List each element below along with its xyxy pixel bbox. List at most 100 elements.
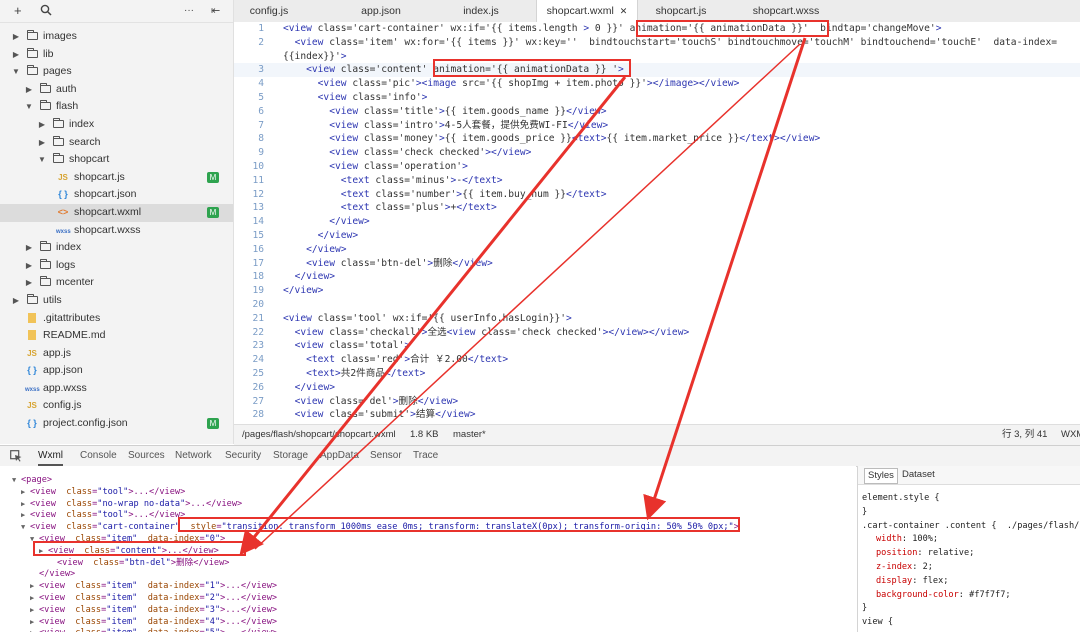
tree-item-search[interactable]: ▶ search: [0, 134, 233, 152]
tab-shopcart-js[interactable]: shopcart.js: [636, 0, 726, 22]
chevron-right-icon[interactable]: ▶: [11, 292, 21, 310]
devtools-tab-network[interactable]: Network: [175, 446, 212, 466]
chevron-down-icon[interactable]: ▼: [11, 63, 21, 81]
expand-right-icon[interactable]: ▶: [21, 499, 30, 511]
line-number: 25: [252, 368, 264, 379]
css-property-value[interactable]: #f7f7f7;: [969, 590, 1010, 600]
dom-node[interactable]: ▶ <view class="item" data-index="4">...</…: [30, 617, 277, 629]
status-file-size: 1.8 KB: [410, 429, 439, 440]
chevron-down-icon[interactable]: ▼: [24, 98, 34, 116]
status-git-branch[interactable]: master*: [453, 425, 486, 445]
devtools-tabs: Wxml Console Sources Network Security Storage…: [0, 445, 1080, 467]
status-language[interactable]: WXM: [1061, 425, 1080, 445]
search-icon[interactable]: [40, 3, 52, 18]
code-text: <view class='btn-del'>删除</view>: [306, 257, 493, 269]
chevron-down-icon[interactable]: ▼: [37, 151, 47, 169]
chevron-right-icon[interactable]: ▶: [11, 28, 21, 46]
devtools-tab-sensor[interactable]: Sensor: [370, 446, 402, 466]
more-icon[interactable]: ···: [184, 5, 194, 16]
add-file-icon[interactable]: +: [14, 3, 22, 18]
css-property-value[interactable]: flex;: [923, 576, 949, 586]
devtools-tab-storage[interactable]: Storage: [273, 446, 308, 466]
tab-shopcart-wxss[interactable]: shopcart.wxss: [726, 0, 846, 22]
expand-right-icon[interactable]: ▶: [30, 581, 39, 593]
tree-item-gitattributes[interactable]: .gitattributes: [0, 310, 233, 328]
close-tab-icon[interactable]: ✕: [620, 6, 628, 16]
dom-node[interactable]: <view class="btn-del">删除</view>: [48, 558, 229, 570]
tree-item-index[interactable]: ▶ index: [0, 116, 233, 134]
css-property-name[interactable]: background-color: [876, 590, 959, 600]
devtools-tab-appdata[interactable]: AppData: [320, 446, 359, 466]
dom-node[interactable]: ▼ <page>: [12, 475, 52, 487]
tree-item-shopcart-wxml[interactable]: <> shopcart.wxml M: [0, 203, 233, 222]
css-property-value[interactable]: relative;: [928, 548, 975, 558]
dom-node[interactable]: ▶ <view class="no-wrap no-data">...</view…: [21, 499, 242, 511]
devtools-tab-trace[interactable]: Trace: [413, 446, 438, 466]
dom-node[interactable]: ▶<view class="item" data-index="5">...</…: [30, 628, 277, 632]
dom-node[interactable]: ▶ <view class="tool">...</view>: [21, 510, 185, 522]
code-editor[interactable]: 1 <view class='cart-container' wx:if='{{ …: [234, 22, 1080, 424]
expand-right-icon[interactable]: ▶: [30, 605, 39, 617]
expand-down-icon[interactable]: ▼: [21, 522, 30, 534]
dom-node-text: </view>: [39, 569, 76, 580]
tree-item-readme-md[interactable]: README.md: [0, 327, 233, 345]
tab-shopcart-wxml[interactable]: shopcart.wxml ✕: [536, 0, 638, 22]
tree-item-shopcart-json[interactable]: { } shopcart.json: [0, 186, 233, 204]
tree-item-shopcart[interactable]: ▼ shopcart: [0, 151, 233, 169]
tree-item-pages[interactable]: ▼ pages: [0, 63, 233, 81]
dom-node[interactable]: ▶ <view class="tool">...</view>: [21, 487, 185, 499]
css-declaration: background-color: #f7f7f7;: [876, 589, 1011, 603]
devtools-tab-sources[interactable]: Sources: [128, 446, 165, 466]
expand-right-icon[interactable]: ▶: [30, 617, 39, 629]
chevron-right-icon[interactable]: ▶: [24, 274, 34, 292]
expand-right-icon[interactable]: ▶: [30, 628, 39, 632]
devtools-tab-console[interactable]: Console: [80, 446, 117, 466]
expand-right-icon[interactable]: ▶: [21, 487, 30, 499]
tree-item-utils[interactable]: ▶ utils: [0, 292, 233, 310]
chevron-right-icon[interactable]: ▶: [37, 116, 47, 134]
css-property-name[interactable]: display: [876, 576, 912, 586]
tree-item-logs[interactable]: ▶ logs: [0, 257, 233, 275]
tree-item-flash[interactable]: ▼ flash: [0, 98, 233, 116]
collapse-sidebar-icon[interactable]: ⇤: [211, 4, 220, 17]
chevron-right-icon[interactable]: ▶: [24, 257, 34, 275]
devtools-tab-wxml[interactable]: Wxml: [38, 446, 63, 466]
devtools-tab-security[interactable]: Security: [225, 446, 261, 466]
dom-node[interactable]: ▶ <view class="item" data-index="2">...</…: [30, 593, 277, 605]
tree-item-shopcart-js[interactable]: JS shopcart.js M: [0, 169, 233, 187]
tab-index-js[interactable]: index.js: [436, 0, 526, 22]
tree-item-index[interactable]: ▶ index: [0, 239, 233, 257]
css-property-value[interactable]: 100%;: [912, 534, 938, 544]
dom-node[interactable]: ▶ <view class="item" data-index="1">...</…: [30, 581, 277, 593]
tree-item-images[interactable]: ▶ images: [0, 28, 233, 46]
tree-item-auth[interactable]: ▶ auth: [0, 81, 233, 99]
css-property-name[interactable]: width: [876, 534, 902, 544]
chevron-right-icon[interactable]: ▶: [37, 134, 47, 152]
inspect-cursor-icon[interactable]: [10, 450, 22, 465]
tree-item-project-config-json[interactable]: { } project.config.json M: [0, 415, 233, 433]
expand-right-icon[interactable]: ▶: [30, 593, 39, 605]
tree-item-app-json[interactable]: { } app.json: [0, 362, 233, 380]
chevron-right-icon[interactable]: ▶: [24, 239, 34, 257]
tree-item-config-js[interactable]: JS config.js: [0, 397, 233, 415]
tab-config-js[interactable]: config.js: [234, 0, 304, 22]
styles-tab-styles[interactable]: Styles: [864, 468, 898, 484]
tree-item-app-js[interactable]: JS app.js: [0, 345, 233, 363]
dom-node[interactable]: </view>: [30, 569, 75, 581]
chevron-right-icon[interactable]: ▶: [11, 46, 21, 64]
dom-node[interactable]: ▶ <view class="item" data-index="3">...</…: [30, 605, 277, 617]
status-cursor-position[interactable]: 行 3, 列 41: [1002, 425, 1047, 445]
code-line: 4 <view class='pic'><image src='{{ shopI…: [234, 77, 1080, 91]
tree-item-app-wxss[interactable]: wxss app.wxss: [0, 380, 233, 398]
tree-item-lib[interactable]: ▶ lib: [0, 46, 233, 64]
styles-tab-dataset[interactable]: Dataset: [902, 468, 935, 482]
css-property-name[interactable]: z-index: [876, 562, 912, 572]
chevron-right-icon[interactable]: ▶: [24, 81, 34, 99]
css-property-value[interactable]: 2;: [923, 562, 933, 572]
expand-down-icon[interactable]: ▼: [12, 475, 21, 487]
tab-app-json[interactable]: app.json: [326, 0, 436, 22]
expand-right-icon[interactable]: ▶: [21, 510, 30, 522]
tree-item-shopcart-wxss[interactable]: wxss shopcart.wxss: [0, 222, 233, 240]
css-property-name[interactable]: position: [876, 548, 917, 558]
tree-item-mcenter[interactable]: ▶ mcenter: [0, 274, 233, 292]
